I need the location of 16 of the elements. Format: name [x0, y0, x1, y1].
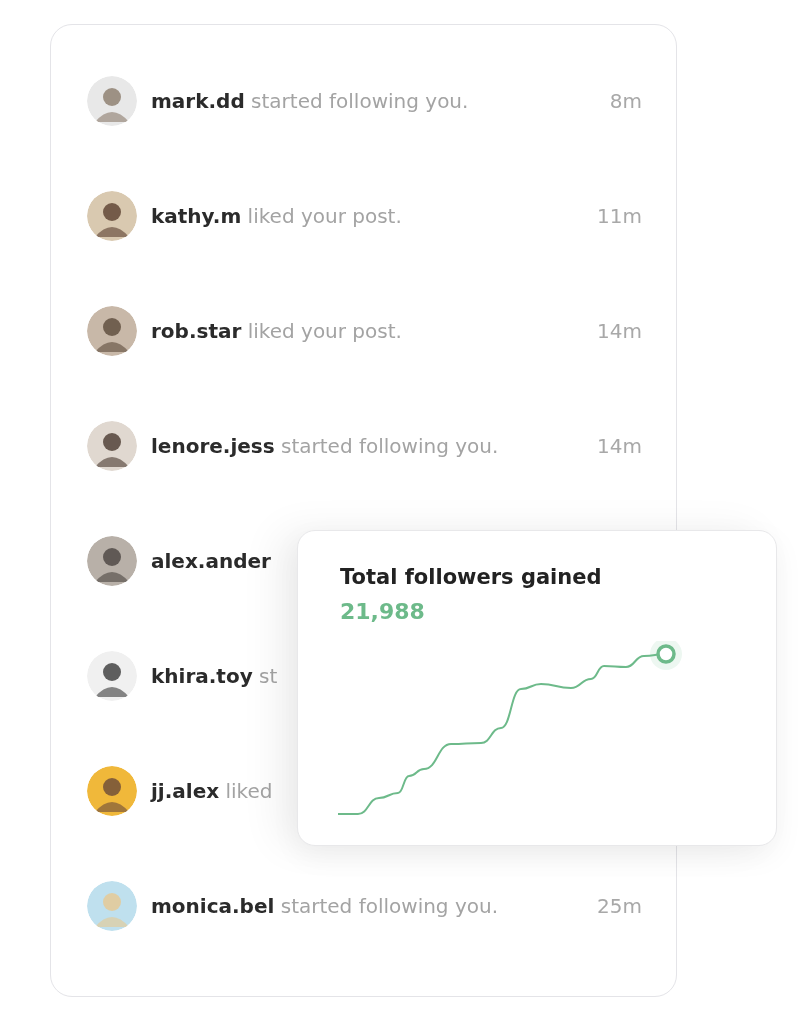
notification-text: mark.dd started following you. — [151, 88, 470, 113]
card-title: Total followers gained — [340, 565, 603, 589]
notification-text: lenore.jess started following you. — [151, 433, 500, 458]
notification-text: rob.star liked your post. — [151, 318, 403, 343]
notification-text: jj.alex liked — [151, 778, 274, 803]
endpoint-marker — [650, 641, 682, 670]
notification-time: 25m — [596, 893, 642, 918]
notification-time: 8m — [608, 88, 642, 113]
notification-text: alex.ander — [151, 548, 272, 573]
notification-time: 14m — [596, 433, 642, 458]
notification-text: monica.bel started following you. — [151, 893, 500, 918]
notification-time: 11m — [596, 203, 642, 228]
notification-text: khira.toy st — [151, 663, 279, 688]
followers-count: 21,988 — [340, 599, 426, 624]
notification-text: kathy.m liked your post. — [151, 203, 403, 228]
notification-time: 14m — [596, 318, 642, 343]
